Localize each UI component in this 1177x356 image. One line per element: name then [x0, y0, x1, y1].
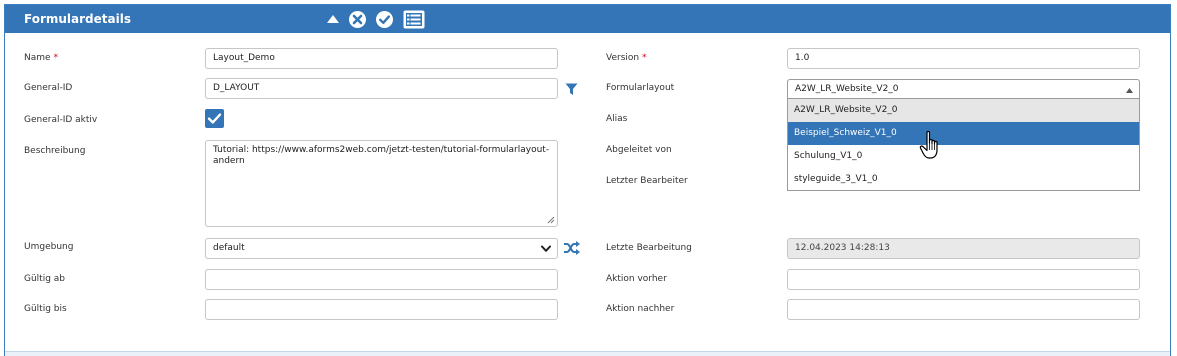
dropdown-option-highlighted[interactable]: Beispiel_Schweiz_V1_0 [788, 122, 1139, 145]
panel-title: Formulardetails [24, 12, 131, 26]
list-view-icon[interactable] [403, 10, 425, 29]
valid-until-label: Gültig bis [24, 304, 67, 314]
valid-from-label: Gültig ab [24, 274, 66, 284]
action-before-input[interactable] [787, 269, 1140, 290]
checkmark-icon [207, 113, 222, 124]
name-label: Name * [24, 53, 59, 63]
description-textarea[interactable]: Tutorial: https://www.aforms2web.com/jet… [205, 140, 558, 227]
version-input[interactable]: 1.0 [787, 48, 1140, 69]
close-circle-icon[interactable] [348, 10, 367, 29]
environment-label: Umgebung [24, 242, 74, 252]
general-id-active-label: General-ID aktiv [24, 115, 98, 125]
panel-header: Formulardetails [5, 5, 1170, 33]
action-before-label: Aktion vorher [606, 274, 667, 284]
form-layout-dropdown-list: A2W_LR_Website_V2_0 Beispiel_Schweiz_V1_… [787, 98, 1140, 191]
form-layout-select[interactable]: A2W_LR_Website_V2_0 [787, 79, 1140, 100]
last-editor-label: Letzter Bearbeiter [606, 176, 688, 186]
panel-footer [5, 351, 1170, 356]
dropdown-option[interactable]: A2W_LR_Website_V2_0 [788, 99, 1139, 122]
resize-grip-icon[interactable] [547, 216, 555, 224]
last-edit-input: 12.04.2023 14:28:13 [787, 238, 1140, 259]
hand-pointer-cursor-icon [919, 130, 938, 159]
general-id-input[interactable]: D_LAYOUT [205, 78, 558, 99]
chevron-down-icon [541, 245, 551, 252]
required-marker: * [53, 53, 59, 63]
alias-label: Alias [606, 114, 628, 124]
general-id-label: General-ID [24, 83, 73, 93]
description-label: Beschreibung [24, 146, 86, 156]
general-id-active-checkbox[interactable] [205, 109, 224, 128]
last-edit-label: Letzte Bearbeitung [606, 243, 692, 253]
filter-icon[interactable] [565, 83, 578, 96]
check-circle-icon[interactable] [375, 10, 394, 29]
version-label: Version * [606, 53, 647, 63]
shuffle-icon[interactable] [563, 241, 580, 255]
form-layout-label: Formularlayout [606, 83, 675, 93]
valid-from-input[interactable] [205, 269, 558, 290]
valid-until-input[interactable] [205, 299, 558, 320]
dropdown-arrow-up-icon [1126, 88, 1133, 93]
derived-from-label: Abgeleitet von [606, 145, 672, 155]
dropdown-option[interactable]: Schulung_V1_0 [788, 145, 1139, 168]
dropdown-option[interactable]: styleguide_3_V1_0 [788, 168, 1139, 191]
action-after-label: Aktion nachher [606, 304, 675, 314]
name-input[interactable]: Layout_Demo [205, 48, 558, 69]
action-after-input[interactable] [787, 299, 1140, 320]
environment-select[interactable]: default [205, 238, 558, 259]
collapse-up-icon[interactable] [326, 12, 340, 26]
required-marker: * [642, 53, 647, 63]
